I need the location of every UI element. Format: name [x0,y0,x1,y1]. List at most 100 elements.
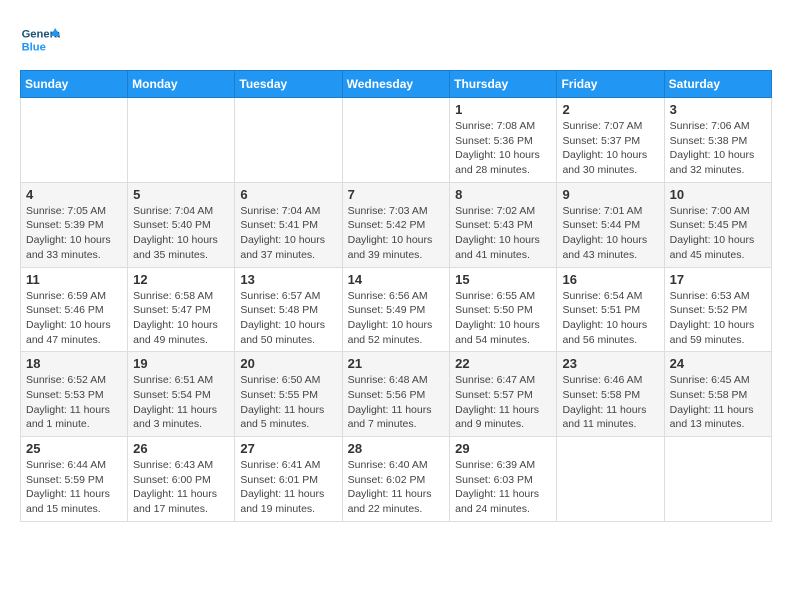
calendar-header-tuesday: Tuesday [235,71,342,98]
calendar-table: SundayMondayTuesdayWednesdayThursdayFrid… [20,70,772,522]
calendar-header-monday: Monday [128,71,235,98]
calendar-cell [235,98,342,183]
day-info: Sunrise: 7:05 AMSunset: 5:39 PMDaylight:… [26,204,122,263]
day-info: Sunrise: 7:04 AMSunset: 5:40 PMDaylight:… [133,204,229,263]
day-info: Sunrise: 6:52 AMSunset: 5:53 PMDaylight:… [26,373,122,432]
day-info: Sunrise: 7:07 AMSunset: 5:37 PMDaylight:… [562,119,658,178]
day-info: Sunrise: 7:08 AMSunset: 5:36 PMDaylight:… [455,119,551,178]
calendar-cell: 18 Sunrise: 6:52 AMSunset: 5:53 PMDayligh… [21,352,128,437]
day-number: 9 [562,187,658,202]
day-number: 24 [670,356,766,371]
calendar-cell: 16Sunrise: 6:54 AMSunset: 5:51 PMDayligh… [557,267,664,352]
calendar-cell: 10 Sunrise: 7:00 AMSunset: 5:45 PMDayligh… [664,182,771,267]
calendar-cell: 24 Sunrise: 6:45 AMSunset: 5:58 PMDayligh… [664,352,771,437]
calendar-cell [128,98,235,183]
day-number: 23 [562,356,658,371]
day-number: 8 [455,187,551,202]
day-number: 12 [133,272,229,287]
svg-text:Blue: Blue [22,41,46,53]
day-number: 10 [670,187,766,202]
day-info: Sunrise: 7:06 AMSunset: 5:38 PMDaylight:… [670,119,766,178]
day-info: Sunrise: 6:50 AMSunset: 5:55 PMDaylight:… [240,373,336,432]
calendar-cell: 29 Sunrise: 6:39 AMSunset: 6:03 PMDayligh… [450,437,557,522]
calendar-cell: 14Sunrise: 6:56 AMSunset: 5:49 PMDayligh… [342,267,450,352]
calendar-cell: 19 Sunrise: 6:51 AMSunset: 5:54 PMDayligh… [128,352,235,437]
calendar-cell [342,98,450,183]
day-info: Sunrise: 6:39 AMSunset: 6:03 PMDaylight:… [455,458,551,517]
calendar-cell [664,437,771,522]
day-number: 27 [240,441,336,456]
day-number: 26 [133,441,229,456]
calendar-cell: 9 Sunrise: 7:01 AMSunset: 5:44 PMDaylight… [557,182,664,267]
calendar-cell: 17 Sunrise: 6:53 AMSunset: 5:52 PMDayligh… [664,267,771,352]
day-number: 6 [240,187,336,202]
day-info: Sunrise: 6:44 AMSunset: 5:59 PMDaylight:… [26,458,122,517]
calendar-header-wednesday: Wednesday [342,71,450,98]
calendar-week-row: 11 Sunrise: 6:59 AMSunset: 5:46 PMDayligh… [21,267,772,352]
day-info: Sunrise: 6:51 AMSunset: 5:54 PMDaylight:… [133,373,229,432]
day-number: 21 [348,356,445,371]
calendar-header-friday: Friday [557,71,664,98]
calendar-cell: 1 Sunrise: 7:08 AMSunset: 5:36 PMDaylight… [450,98,557,183]
day-number: 29 [455,441,551,456]
calendar-cell [21,98,128,183]
calendar-cell: 8 Sunrise: 7:02 AMSunset: 5:43 PMDaylight… [450,182,557,267]
day-number: 18 [26,356,122,371]
logo-icon: General Blue [20,20,60,60]
day-number: 13 [240,272,336,287]
day-info: Sunrise: 6:41 AMSunset: 6:01 PMDaylight:… [240,458,336,517]
day-number: 19 [133,356,229,371]
day-info: Sunrise: 6:48 AMSunset: 5:56 PMDaylight:… [348,373,445,432]
page-header: General Blue [20,20,772,60]
day-number: 15 [455,272,551,287]
calendar-week-row: 18 Sunrise: 6:52 AMSunset: 5:53 PMDayligh… [21,352,772,437]
day-number: 22 [455,356,551,371]
calendar-cell: 7Sunrise: 7:03 AMSunset: 5:42 PMDaylight… [342,182,450,267]
day-number: 1 [455,102,551,117]
day-number: 17 [670,272,766,287]
day-number: 11 [26,272,122,287]
day-number: 5 [133,187,229,202]
day-number: 25 [26,441,122,456]
calendar-cell: 5 Sunrise: 7:04 AMSunset: 5:40 PMDaylight… [128,182,235,267]
calendar-week-row: 4 Sunrise: 7:05 AMSunset: 5:39 PMDaylight… [21,182,772,267]
day-info: Sunrise: 6:46 AMSunset: 5:58 PMDaylight:… [562,373,658,432]
day-info: Sunrise: 6:40 AMSunset: 6:02 PMDaylight:… [348,458,445,517]
day-info: Sunrise: 6:53 AMSunset: 5:52 PMDaylight:… [670,289,766,348]
day-info: Sunrise: 6:54 AMSunset: 5:51 PMDaylight:… [562,289,658,348]
day-info: Sunrise: 6:45 AMSunset: 5:58 PMDaylight:… [670,373,766,432]
calendar-cell: 4 Sunrise: 7:05 AMSunset: 5:39 PMDaylight… [21,182,128,267]
calendar-cell: 6Sunrise: 7:04 AMSunset: 5:41 PMDaylight… [235,182,342,267]
calendar-week-row: 25 Sunrise: 6:44 AMSunset: 5:59 PMDayligh… [21,437,772,522]
calendar-cell: 25 Sunrise: 6:44 AMSunset: 5:59 PMDayligh… [21,437,128,522]
calendar-header-row: SundayMondayTuesdayWednesdayThursdayFrid… [21,71,772,98]
calendar-cell: 23 Sunrise: 6:46 AMSunset: 5:58 PMDayligh… [557,352,664,437]
day-info: Sunrise: 7:02 AMSunset: 5:43 PMDaylight:… [455,204,551,263]
calendar-cell: 3 Sunrise: 7:06 AMSunset: 5:38 PMDaylight… [664,98,771,183]
logo: General Blue [20,20,64,60]
day-number: 7 [348,187,445,202]
calendar-header-sunday: Sunday [21,71,128,98]
calendar-cell: 26 Sunrise: 6:43 AMSunset: 6:00 PMDayligh… [128,437,235,522]
calendar-cell: 15 Sunrise: 6:55 AMSunset: 5:50 PMDayligh… [450,267,557,352]
calendar-header-saturday: Saturday [664,71,771,98]
calendar-cell [557,437,664,522]
calendar-header-thursday: Thursday [450,71,557,98]
day-info: Sunrise: 7:01 AMSunset: 5:44 PMDaylight:… [562,204,658,263]
calendar-cell: 22Sunrise: 6:47 AMSunset: 5:57 PMDayligh… [450,352,557,437]
day-number: 2 [562,102,658,117]
day-info: Sunrise: 6:59 AMSunset: 5:46 PMDaylight:… [26,289,122,348]
calendar-cell: 13Sunrise: 6:57 AMSunset: 5:48 PMDayligh… [235,267,342,352]
day-number: 3 [670,102,766,117]
day-number: 4 [26,187,122,202]
calendar-cell: 12 Sunrise: 6:58 AMSunset: 5:47 PMDayligh… [128,267,235,352]
day-info: Sunrise: 6:58 AMSunset: 5:47 PMDaylight:… [133,289,229,348]
day-number: 14 [348,272,445,287]
calendar-week-row: 1 Sunrise: 7:08 AMSunset: 5:36 PMDaylight… [21,98,772,183]
day-info: Sunrise: 7:00 AMSunset: 5:45 PMDaylight:… [670,204,766,263]
calendar-cell: 2 Sunrise: 7:07 AMSunset: 5:37 PMDaylight… [557,98,664,183]
day-info: Sunrise: 6:55 AMSunset: 5:50 PMDaylight:… [455,289,551,348]
day-number: 20 [240,356,336,371]
day-number: 28 [348,441,445,456]
day-info: Sunrise: 6:43 AMSunset: 6:00 PMDaylight:… [133,458,229,517]
